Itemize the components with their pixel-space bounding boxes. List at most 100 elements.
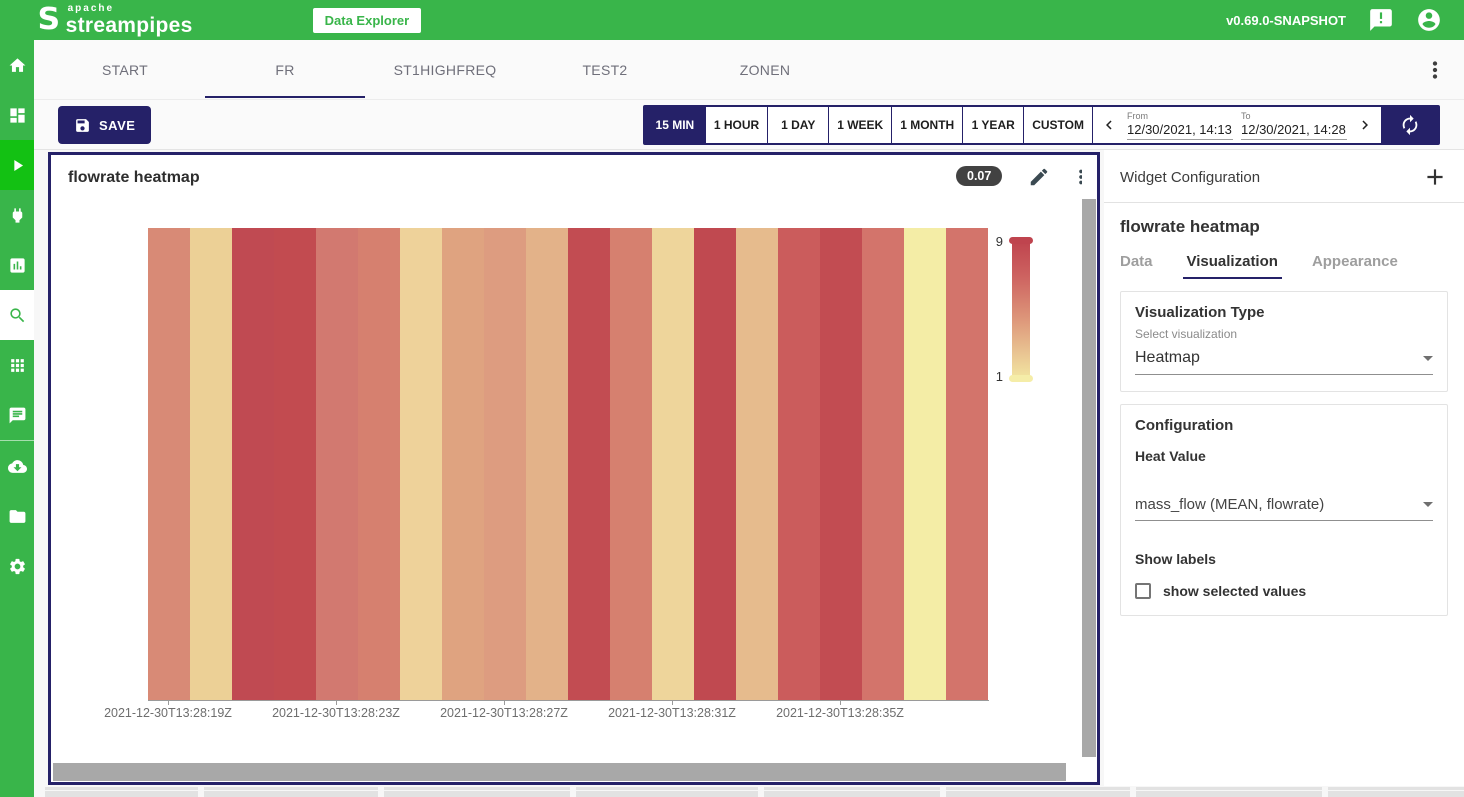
refresh-button[interactable]: [1382, 107, 1438, 143]
heatmap-band[interactable]: [820, 228, 862, 700]
cloud-download-icon: [8, 457, 27, 476]
tab-test2[interactable]: TEST2: [525, 40, 685, 100]
panel-tab-data[interactable]: Data: [1120, 253, 1153, 279]
panel-divider: [1104, 202, 1464, 203]
panel-tab-visualization[interactable]: Visualization: [1187, 253, 1278, 279]
from-date-input[interactable]: 12/30/2021, 14:13: [1127, 122, 1233, 140]
sidebar-item-install[interactable]: [0, 441, 34, 491]
widget-configuration-panel: Widget Configuration flowrate heatmap Da…: [1104, 150, 1464, 786]
save-button[interactable]: SAVE: [58, 106, 151, 144]
to-date-input[interactable]: 12/30/2021, 14:28: [1241, 122, 1347, 140]
heatmap-band[interactable]: [190, 228, 232, 700]
horizontal-scrollbar-thumb[interactable]: [53, 763, 1066, 781]
range-button-1-day[interactable]: 1 DAY: [768, 107, 828, 143]
left-navigation-sidebar: [0, 40, 34, 797]
tab-start[interactable]: START: [45, 40, 205, 100]
bar-chart-icon: [8, 256, 27, 275]
x-axis-tick: [672, 700, 673, 705]
heatmap-band[interactable]: [232, 228, 274, 700]
home-icon: [8, 56, 27, 75]
more-vert-icon[interactable]: [1422, 57, 1448, 83]
cutoff-widget-cell: [204, 791, 378, 797]
cutoff-widget-cell: [1328, 791, 1464, 797]
brand-apache-label: apache: [68, 4, 193, 14]
heatmap-band[interactable]: [484, 228, 526, 700]
search-icon: [8, 306, 27, 325]
heatmap-band[interactable]: [358, 228, 400, 700]
gear-icon: [8, 557, 27, 576]
previous-range-chevron-left-icon[interactable]: [1099, 110, 1119, 140]
x-axis: [148, 700, 989, 701]
sidebar-item-pipelines[interactable]: [0, 140, 34, 190]
to-date-field[interactable]: To 12/30/2021, 14:28: [1241, 111, 1347, 140]
data-explorer-badge: Data Explorer: [313, 8, 422, 33]
range-button-custom[interactable]: CUSTOM: [1024, 107, 1092, 143]
range-button-1-week[interactable]: 1 WEEK: [829, 107, 891, 143]
range-button-1-hour[interactable]: 1 HOUR: [706, 107, 767, 143]
range-button-1-month[interactable]: 1 MONTH: [892, 107, 962, 143]
heatmap-band[interactable]: [442, 228, 484, 700]
from-date-field[interactable]: From 12/30/2021, 14:13: [1127, 111, 1233, 140]
dropdown-caret-icon: [1423, 356, 1433, 361]
panel-tab-appearance[interactable]: Appearance: [1312, 253, 1398, 279]
heatmap-band[interactable]: [526, 228, 568, 700]
cutoff-widget-cell: [946, 787, 1130, 790]
next-range-chevron-right-icon[interactable]: [1355, 110, 1375, 140]
cutoff-widget-cell: [576, 791, 758, 797]
heatmap-widget: flowrate heatmap 0.07 2021-12-30T13:28:1…: [48, 152, 1100, 785]
sidebar-item-apps[interactable]: [0, 340, 34, 390]
show-selected-values-option[interactable]: show selected values: [1135, 583, 1433, 599]
sidebar-item-dashboard[interactable]: [0, 90, 34, 140]
tab-zonen[interactable]: ZONEN: [685, 40, 845, 100]
heatmap-band[interactable]: [736, 228, 778, 700]
cutoff-widget-cell: [1136, 787, 1322, 790]
time-range-selector: 15 MIN1 HOUR1 DAY1 WEEK1 MONTH1 YEARCUST…: [643, 105, 1440, 145]
top-app-bar: S apache streampipes Data Explorer v0.69…: [0, 0, 1464, 40]
account-icon[interactable]: [1416, 7, 1442, 33]
heatmap-band[interactable]: [652, 228, 694, 700]
apps-grid-icon: [8, 356, 27, 375]
edit-pencil-icon[interactable]: [1028, 166, 1050, 188]
colorbar-bottom-cap: [1009, 375, 1033, 382]
sidebar-item-live-dashboard[interactable]: [0, 240, 34, 290]
heatmap-band[interactable]: [316, 228, 358, 700]
heatmap-band[interactable]: [694, 228, 736, 700]
heatmap-band[interactable]: [274, 228, 316, 700]
sidebar-item-settings[interactable]: [0, 541, 34, 591]
heatmap-band[interactable]: [148, 228, 190, 700]
heatmap-band[interactable]: [946, 228, 988, 700]
widget-title: flowrate heatmap: [68, 169, 200, 187]
dashboard-icon: [8, 106, 27, 125]
heat-value-select[interactable]: mass_flow (MEAN, flowrate): [1135, 496, 1433, 521]
configuration-heading: Configuration: [1135, 417, 1433, 434]
x-axis-label: 2021-12-30T13:28:23Z: [272, 706, 400, 720]
feedback-icon[interactable]: [1368, 7, 1394, 33]
visualization-type-select[interactable]: Heatmap: [1135, 349, 1433, 375]
sidebar-item-data-explorer[interactable]: [0, 290, 34, 340]
range-button-1-year[interactable]: 1 YEAR: [963, 107, 1023, 143]
heatmap-band[interactable]: [610, 228, 652, 700]
x-axis-label: 2021-12-30T13:28:35Z: [776, 706, 904, 720]
sidebar-item-connect[interactable]: [0, 190, 34, 240]
visualization-type-heading: Visualization Type: [1135, 304, 1433, 321]
vertical-scrollbar-thumb[interactable]: [1082, 199, 1096, 757]
show-selected-values-checkbox[interactable]: [1135, 583, 1151, 599]
cutoff-widget-cell: [384, 791, 570, 797]
heatmap-colorbar[interactable]: [1012, 241, 1030, 381]
heatmap-band[interactable]: [568, 228, 610, 700]
range-button-15-min[interactable]: 15 MIN: [645, 107, 705, 143]
sidebar-item-files[interactable]: [0, 491, 34, 541]
heatmap-band[interactable]: [400, 228, 442, 700]
sidebar-item-notifications[interactable]: [0, 390, 34, 440]
tab-fr[interactable]: FR: [205, 40, 365, 100]
heatmap-band[interactable]: [778, 228, 820, 700]
sidebar-item-home[interactable]: [0, 40, 34, 90]
cutoff-widget-cell: [576, 787, 758, 790]
heatmap-band[interactable]: [904, 228, 946, 700]
to-label: To: [1241, 111, 1347, 121]
add-widget-plus-icon[interactable]: [1422, 164, 1448, 190]
heatmap-plot-area: [148, 228, 988, 700]
x-axis-tick: [504, 700, 505, 705]
heatmap-band[interactable]: [862, 228, 904, 700]
tab-st1highfreq[interactable]: ST1HIGHFREQ: [365, 40, 525, 100]
